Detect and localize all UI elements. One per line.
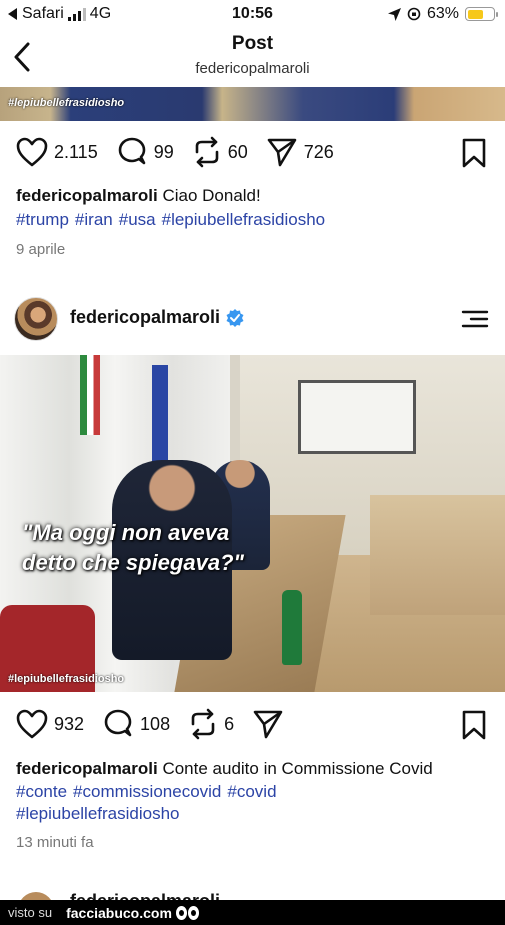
repost-icon[interactable] (188, 708, 218, 740)
post2-username-text[interactable]: federicopalmaroli (70, 307, 220, 328)
post2-like-count: 932 (54, 713, 85, 734)
watermark-visto: visto su (8, 905, 53, 920)
post2-image[interactable]: "Ma oggi non aveva detto che spiegava?" … (0, 355, 505, 692)
comment-icon[interactable] (102, 708, 134, 740)
post2-date: 13 minuti fa (16, 834, 94, 851)
post2-comment-count: 108 (140, 713, 171, 734)
post1-like[interactable]: 2.115 (16, 137, 98, 167)
hashtag[interactable]: #conte (16, 782, 67, 801)
image-quote: "Ma oggi non aveva detto che spiegava?" (22, 518, 282, 578)
post2-like[interactable]: 932 (16, 709, 84, 739)
watermark-site[interactable]: facciabuco.com (66, 905, 172, 921)
post2-image-tag: #lepiubellefrasidiosho (8, 673, 125, 685)
image-quote-line2: detto che spiegava?" (22, 550, 244, 575)
heart-icon[interactable] (16, 709, 48, 739)
post1-image[interactable]: #lepiubellefrasidiosho (0, 87, 505, 121)
status-bar: Safari 4G 10:56 63% (0, 0, 505, 30)
post1-date: 9 aprile (16, 241, 66, 258)
avatar[interactable] (14, 297, 58, 341)
post1-share-count: 726 (303, 141, 334, 162)
post2-hashtags-line2: #lepiubellefrasidiosho (16, 803, 496, 825)
share-icon[interactable] (252, 708, 284, 740)
battery-percent: 63% (426, 5, 459, 22)
post1-like-count: 2.115 (54, 141, 98, 162)
location-arrow-icon (387, 7, 401, 21)
page-title: Post (231, 33, 274, 54)
post1-repost-count: 60 (227, 141, 248, 162)
post1-comment[interactable]: 99 (116, 136, 174, 168)
post2-actions: 932 108 6 (0, 706, 505, 742)
post1-repost[interactable]: 60 (192, 136, 248, 168)
heart-icon[interactable] (16, 137, 48, 167)
verified-badge-icon (226, 308, 244, 327)
post1-share[interactable]: 726 (266, 136, 334, 168)
post2-caption-text: Conte audito in Commissione Covid (162, 759, 433, 778)
status-right: 63% (387, 5, 498, 23)
hashtag[interactable]: #usa (119, 210, 156, 229)
nav-header: Post federicopalmaroli (0, 30, 505, 86)
share-icon[interactable] (266, 136, 298, 168)
post1-actions: 2.115 99 60 726 (0, 134, 505, 170)
post1-caption: federicopalmaroli Ciao Donald! (16, 185, 496, 207)
comment-icon[interactable] (116, 136, 148, 168)
post2-repost[interactable]: 6 (188, 708, 234, 740)
repost-icon[interactable] (192, 136, 222, 168)
image-right-desk (370, 495, 505, 615)
hashtag[interactable]: #covid (227, 782, 276, 801)
page-subtitle: federicopalmaroli (195, 60, 310, 77)
image-quote-line1: "Ma oggi non aveva (22, 520, 230, 545)
image-italian-flag (80, 355, 100, 435)
post2-hashtags-line1: #conte #commissionecovid #covid (16, 781, 496, 803)
hashtag[interactable]: #lepiubellefrasidiosho (16, 804, 180, 823)
hashtag[interactable]: #lepiubellefrasidiosho (162, 210, 326, 229)
battery-fill (467, 9, 484, 19)
post2-caption: federicopalmaroli Conte audito in Commis… (16, 758, 496, 780)
watermark-footer: visto su facciabuco.com (0, 900, 505, 925)
hashtag[interactable]: #trump (16, 210, 69, 229)
eyes-logo-icon (175, 905, 199, 920)
battery-icon (465, 7, 498, 21)
post1-caption-username[interactable]: federicopalmaroli (16, 186, 158, 205)
post1-comment-count: 99 (153, 141, 174, 162)
image-water-bottle (282, 590, 302, 665)
eye-left (175, 905, 187, 920)
hashtag[interactable]: #commissionecovid (73, 782, 221, 801)
post2-share[interactable] (252, 708, 284, 740)
post2-comment[interactable]: 108 (102, 708, 170, 740)
hashtag[interactable]: #iran (75, 210, 113, 229)
menu-icon[interactable] (461, 309, 489, 329)
post2-header: federicopalmaroli (0, 293, 505, 349)
post1-caption-text: Ciao Donald! (162, 186, 261, 205)
eye-right (187, 905, 199, 920)
post2-caption-username[interactable]: federicopalmaroli (16, 759, 158, 778)
orientation-lock-icon (407, 7, 421, 21)
image-projection-screen (298, 380, 416, 454)
post1-image-tag: #lepiubellefrasidiosho (8, 97, 125, 109)
post2-username[interactable]: federicopalmaroli (70, 307, 244, 328)
post1-hashtags: #trump #iran #usa #lepiubellefrasidiosho (16, 209, 496, 231)
bookmark-icon[interactable] (461, 138, 487, 168)
bookmark-icon[interactable] (461, 710, 487, 740)
post2-repost-count: 6 (224, 713, 235, 734)
